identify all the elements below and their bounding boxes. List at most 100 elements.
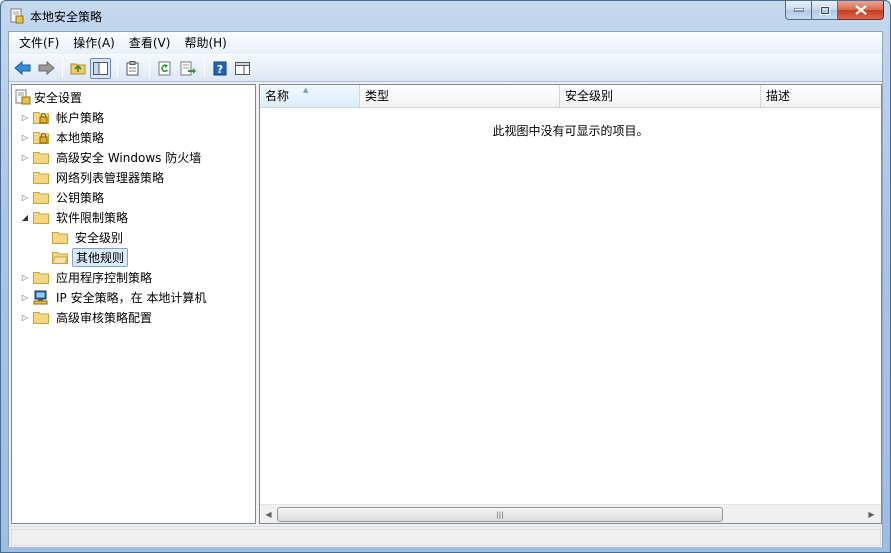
status-bar xyxy=(9,526,882,547)
close-icon xyxy=(854,5,867,15)
expand-arrow-icon[interactable]: ▷ xyxy=(19,271,31,283)
console-tree[interactable]: 安全设置 ▷ 帐户策略 ▷ 本地策略 ▷ 高级安全 Windows 防火墙 网络… xyxy=(11,84,256,524)
tree-item-ip-security[interactable]: ▷ IP 安全策略，在 本地计算机 xyxy=(19,287,209,307)
folder-icon xyxy=(33,311,49,324)
maximize-icon xyxy=(819,5,830,15)
svg-text:?: ? xyxy=(216,63,222,76)
minimize-icon xyxy=(793,8,804,12)
tree-item-additional-rules[interactable]: 其他规则 xyxy=(38,247,129,267)
show-hide-tree-icon xyxy=(93,61,108,75)
caption-buttons xyxy=(785,1,884,21)
tree-root-label: 安全设置 xyxy=(34,90,83,105)
maximize-button[interactable] xyxy=(812,1,838,20)
refresh-icon xyxy=(158,61,170,75)
folder-icon xyxy=(33,191,49,204)
scroll-right-icon: ▶ xyxy=(868,510,875,519)
tree-item-label-selected: 其他规则 xyxy=(72,247,129,267)
empty-view-message: 此视图中没有可显示的项目。 xyxy=(492,124,649,138)
sort-ascending-icon: ▲ xyxy=(303,86,309,94)
help-button[interactable]: ? xyxy=(209,58,230,79)
back-arrow-icon xyxy=(13,61,30,75)
tree-item-network-list[interactable]: 网络列表管理器策略 xyxy=(19,167,167,187)
export-list-button[interactable] xyxy=(177,58,198,79)
back-button[interactable] xyxy=(12,58,33,79)
tree-item-label: 本地策略 xyxy=(56,130,105,145)
menu-file[interactable]: 文件(F) xyxy=(13,33,65,53)
tree-item-label: 应用程序控制策略 xyxy=(56,270,153,285)
expand-arrow-icon[interactable]: ▷ xyxy=(19,151,31,163)
toolbar-separator xyxy=(149,58,150,78)
tree-item-label: 网络列表管理器策略 xyxy=(56,170,165,185)
scroll-right-button[interactable]: ▶ xyxy=(863,506,880,523)
export-list-icon xyxy=(180,61,196,75)
tree-item-label: 高级审核策略配置 xyxy=(56,310,153,325)
grip-icon: ||| xyxy=(496,510,504,519)
action-pane-icon xyxy=(235,61,250,75)
column-header-security-level[interactable]: 安全级别 xyxy=(560,85,761,108)
tree-root[interactable]: 安全设置 xyxy=(15,87,85,107)
column-header-type[interactable]: 类型 xyxy=(360,85,560,108)
folder-icon xyxy=(52,231,68,244)
title-bar[interactable]: 本地安全策略 xyxy=(1,1,890,31)
scroll-left-icon: ◀ xyxy=(265,510,272,519)
forward-arrow-icon xyxy=(38,61,55,75)
action-pane-button[interactable] xyxy=(232,58,253,79)
expand-arrow-icon[interactable]: ▷ xyxy=(19,191,31,203)
menu-view[interactable]: 查看(V) xyxy=(123,33,177,53)
show-hide-tree-button[interactable] xyxy=(90,57,111,79)
refresh-button[interactable] xyxy=(154,58,175,79)
menu-help[interactable]: 帮助(H) xyxy=(178,33,232,53)
security-policy-icon xyxy=(10,8,24,24)
expand-arrow-icon[interactable]: ▷ xyxy=(19,131,31,143)
window-title: 本地安全策略 xyxy=(30,10,103,24)
lock-folder-icon xyxy=(33,131,49,144)
folder-icon xyxy=(33,271,49,284)
toolbar-separator xyxy=(204,58,205,78)
close-button[interactable] xyxy=(838,1,884,20)
folder-icon xyxy=(33,211,49,224)
tree-item-public-key[interactable]: ▷ 公钥策略 xyxy=(19,187,107,207)
collapse-arrow-icon[interactable]: ◢ xyxy=(19,211,31,223)
menu-action[interactable]: 操作(A) xyxy=(67,33,121,53)
scroll-left-button[interactable]: ◀ xyxy=(260,506,277,523)
expand-arrow-icon[interactable]: ▷ xyxy=(19,291,31,303)
tree-item-firewall[interactable]: ▷ 高级安全 Windows 防火墙 xyxy=(19,147,204,167)
expand-arrow-icon[interactable]: ▷ xyxy=(19,311,31,323)
toolbar-separator xyxy=(62,58,63,78)
tree-item-security-levels[interactable]: 安全级别 xyxy=(38,227,126,247)
tree-item-label: 软件限制策略 xyxy=(56,210,129,225)
forward-button[interactable] xyxy=(35,58,56,79)
expand-arrow-icon[interactable]: ▷ xyxy=(19,111,31,123)
column-header-label: 类型 xyxy=(365,89,390,103)
column-header-description[interactable]: 描述 xyxy=(761,85,881,108)
minimize-button[interactable] xyxy=(785,1,812,20)
column-header-name[interactable]: 名称 ▲ xyxy=(260,85,360,108)
lock-folder-icon xyxy=(33,111,49,124)
tree-item-label: 安全级别 xyxy=(75,230,124,245)
ip-security-icon xyxy=(33,290,48,304)
properties-button[interactable] xyxy=(122,58,143,79)
open-folder-icon xyxy=(52,251,68,264)
tree-item-software-restriction[interactable]: ◢ 软件限制策略 xyxy=(19,207,131,227)
tree-item-label: 帐户策略 xyxy=(56,110,105,125)
folder-icon xyxy=(33,151,49,164)
tree-item-account-policies[interactable]: ▷ 帐户策略 xyxy=(19,107,107,127)
status-cell xyxy=(11,529,881,546)
folder-icon xyxy=(33,171,49,184)
up-one-level-button[interactable] xyxy=(67,58,88,79)
toolbar: ? xyxy=(9,54,882,82)
tree-item-advanced-audit[interactable]: ▷ 高级审核策略配置 xyxy=(19,307,155,327)
main-window: 本地安全策略 文件(F) 操作(A) 查看(V) 帮助(H) ? 安全设置 ▷ … xyxy=(0,0,891,553)
scrollbar-thumb[interactable]: ||| xyxy=(277,507,723,522)
horizontal-scrollbar[interactable]: ◀ ||| ▶ xyxy=(260,504,881,523)
client-area: 文件(F) 操作(A) 查看(V) 帮助(H) ? 安全设置 ▷ 帐户策略 ▷ … xyxy=(8,31,883,547)
column-header-label: 描述 xyxy=(766,89,791,103)
up-folder-icon xyxy=(70,63,85,75)
details-pane[interactable]: 名称 ▲ 类型 安全级别 描述 此视图中没有可显示的项目。 ◀ ||| ▶ xyxy=(259,84,882,524)
tree-item-local-policies[interactable]: ▷ 本地策略 xyxy=(19,127,107,147)
column-header-label: 安全级别 xyxy=(565,89,614,103)
tree-item-app-control[interactable]: ▷ 应用程序控制策略 xyxy=(19,267,155,287)
menu-bar: 文件(F) 操作(A) 查看(V) 帮助(H) xyxy=(9,32,882,54)
